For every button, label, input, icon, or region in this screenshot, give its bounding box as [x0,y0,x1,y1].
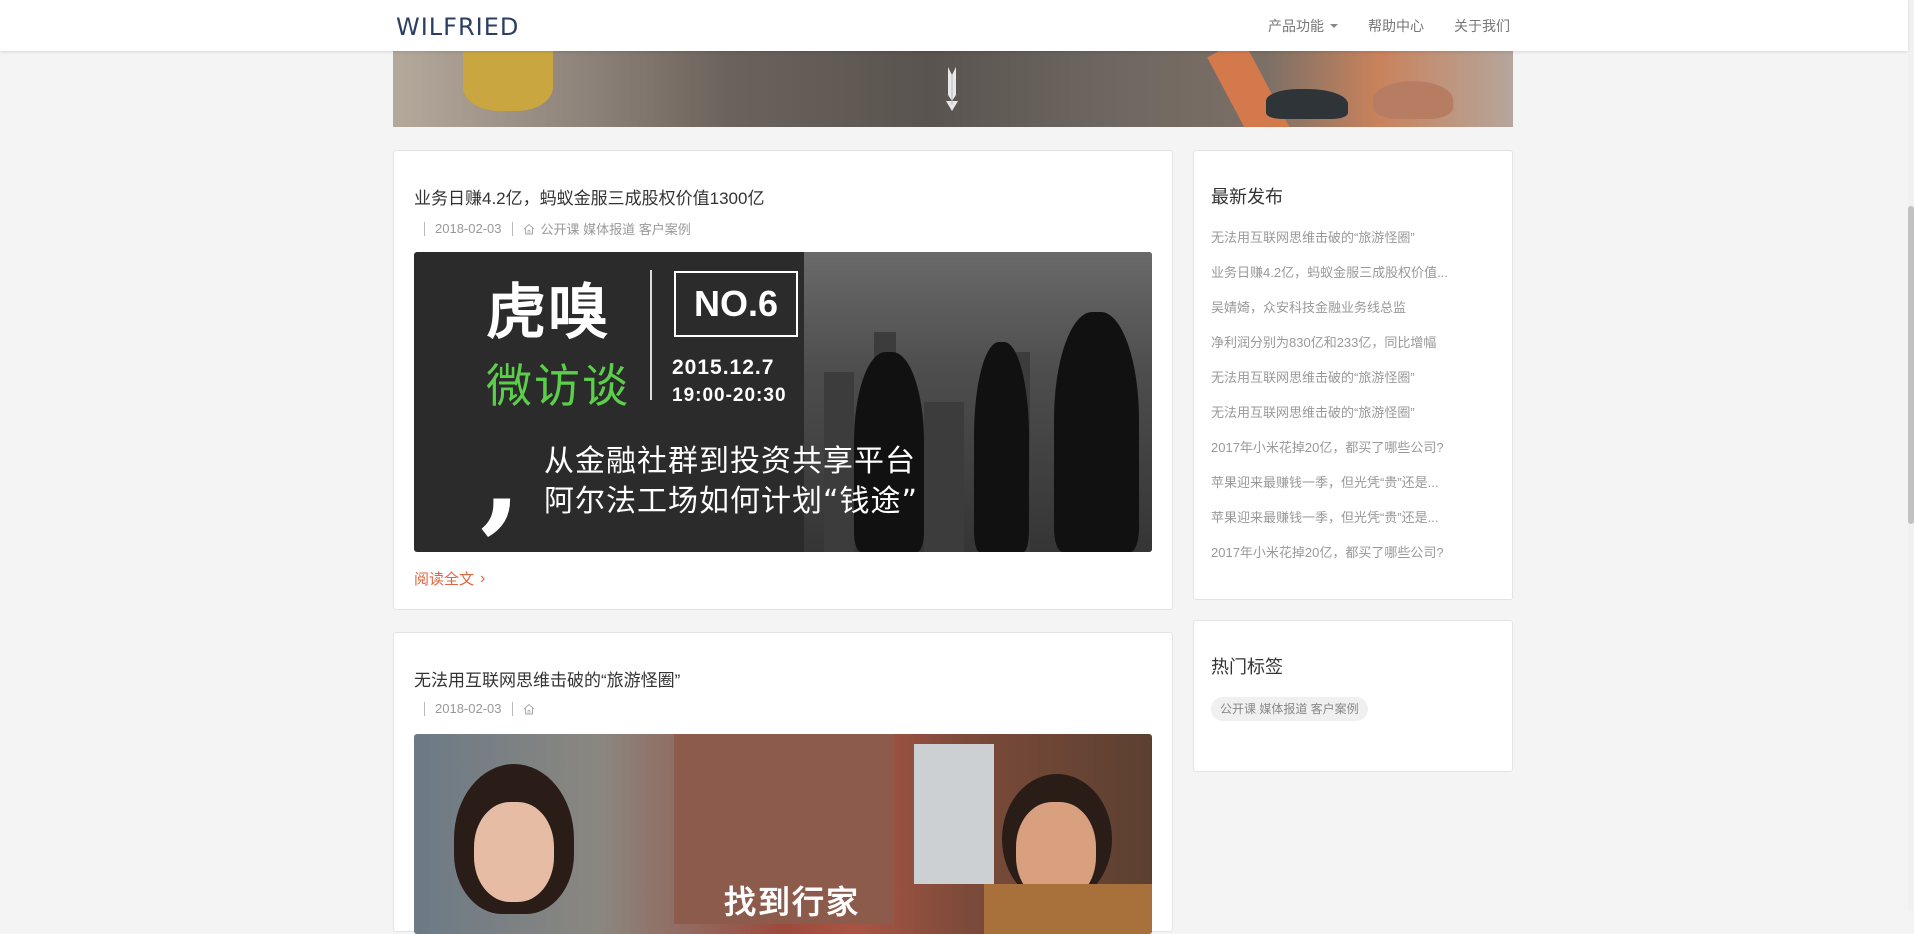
image-date-text: 2015.12.7 [672,356,775,379]
hero-shoe-shape [1266,89,1348,119]
image-brand-text: 虎嗅 [486,278,610,348]
caret-down-icon [1330,23,1338,28]
page-scrollbar-thumb[interactable] [1908,206,1914,524]
home-icon [523,223,534,234]
image-comma-glyph: , [480,405,522,546]
recent-item[interactable]: 无法用互联网思维击破的“旅游怪圈” [1211,404,1481,439]
post-date: 2018-02-03 [435,701,502,716]
image-time-text: 19:00-20:30 [672,385,787,406]
recent-item[interactable]: 2017年小米花掉20亿，都买了哪些公司? [1211,544,1481,579]
recent-item[interactable]: 吴婧婍，众安科技金融业务线总监 [1211,299,1481,334]
image-headline-2: 阿尔法工场如何计划“钱途” [544,484,919,519]
recent-item[interactable]: 净利润分别为830亿和233亿，同比增幅 [1211,334,1481,369]
meta-divider [424,701,425,716]
image-caption: 找到行家 [724,883,861,921]
top-navbar: WILFRIED 产品功能 帮助中心 关于我们 [0,0,1908,51]
tag-chip[interactable]: 公开课 媒体报道 客户案例 [1211,697,1368,721]
silhouette-person [1054,312,1139,552]
post-tags[interactable]: 公开课 媒体报道 客户案例 [541,219,691,238]
nav-link-label: 产品功能 [1268,17,1324,34]
post-title[interactable]: 业务日赚4.2亿，蚂蚁金服三成股权价值1300亿 [414,184,764,209]
post-card: 无法用互联网思维击破的“旅游怪圈” 2018-02-03 找到行家 [393,632,1173,934]
recent-item[interactable]: 无法用互联网思维击破的“旅游怪圈” [1211,229,1481,264]
chevron-right-icon: › [480,569,486,587]
post-cover-image[interactable]: 虎嗅 微访谈 NO.6 2015.12.7 19:00-20:30 , 从金融社… [414,252,1152,552]
scroll-down-arrow-icon[interactable] [940,65,964,113]
recent-item[interactable]: 业务日赚4.2亿，蚂蚁金服三成股权价值... [1211,264,1481,299]
recent-list: 无法用互联网思维击破的“旅游怪圈” 业务日赚4.2亿，蚂蚁金服三成股权价值...… [1211,229,1481,579]
hero-banner [393,51,1513,127]
image-jacket-shape [984,884,1152,934]
brand-logo[interactable]: WILFRIED [396,13,519,41]
hero-bag-shape [463,51,553,111]
nav-product-features[interactable]: 产品功能 [1268,16,1338,36]
building [924,402,964,552]
image-person-left [454,764,574,914]
sidebar-tags-title: 热门标签 [1211,657,1283,677]
image-face [474,802,554,902]
read-more-label: 阅读全文 [414,571,475,588]
image-number-box: NO.6 [674,271,798,337]
recent-item[interactable]: 苹果迎来最赚钱一季，但光凭“贵”还是... [1211,509,1481,544]
nav-links: 产品功能 帮助中心 关于我们 [1268,0,1510,51]
recent-item[interactable]: 2017年小米花掉20亿，都买了哪些公司? [1211,439,1481,474]
post-meta: 2018-02-03 公开课 媒体报道 客户案例 [414,219,691,238]
nav-about-us[interactable]: 关于我们 [1454,16,1510,36]
nav-help-center[interactable]: 帮助中心 [1368,16,1424,36]
read-more-link[interactable]: 阅读全文 › [414,568,485,589]
post-title[interactable]: 无法用互联网思维击破的“旅游怪圈” [414,666,680,691]
silhouette-person [974,342,1029,552]
hero-shoe-shape-2 [1373,81,1453,119]
meta-divider [511,221,513,236]
recent-item[interactable]: 苹果迎来最赚钱一季，但光凭“贵”还是... [1211,474,1481,509]
post-card: 业务日赚4.2亿，蚂蚁金服三成股权价值1300亿 2018-02-03 公开课 … [393,150,1173,610]
home-icon [523,703,534,714]
image-window-shape [914,744,994,884]
recent-item[interactable]: 无法用互联网思维击破的“旅游怪圈” [1211,369,1481,404]
post-meta: 2018-02-03 [414,701,541,716]
meta-divider [424,221,425,236]
sidebar-recent-card: 最新发布 无法用互联网思维击破的“旅游怪圈” 业务日赚4.2亿，蚂蚁金服三成股权… [1193,150,1513,600]
meta-divider [511,701,513,716]
post-date: 2018-02-03 [435,221,502,236]
post-cover-image[interactable]: 找到行家 [414,734,1152,934]
image-headline-1: 从金融社群到投资共享平台 [544,444,916,479]
image-divider [650,270,652,400]
sidebar-tags-card: 热门标签 公开课 媒体报道 客户案例 [1193,620,1513,772]
sidebar-recent-title: 最新发布 [1211,187,1283,207]
